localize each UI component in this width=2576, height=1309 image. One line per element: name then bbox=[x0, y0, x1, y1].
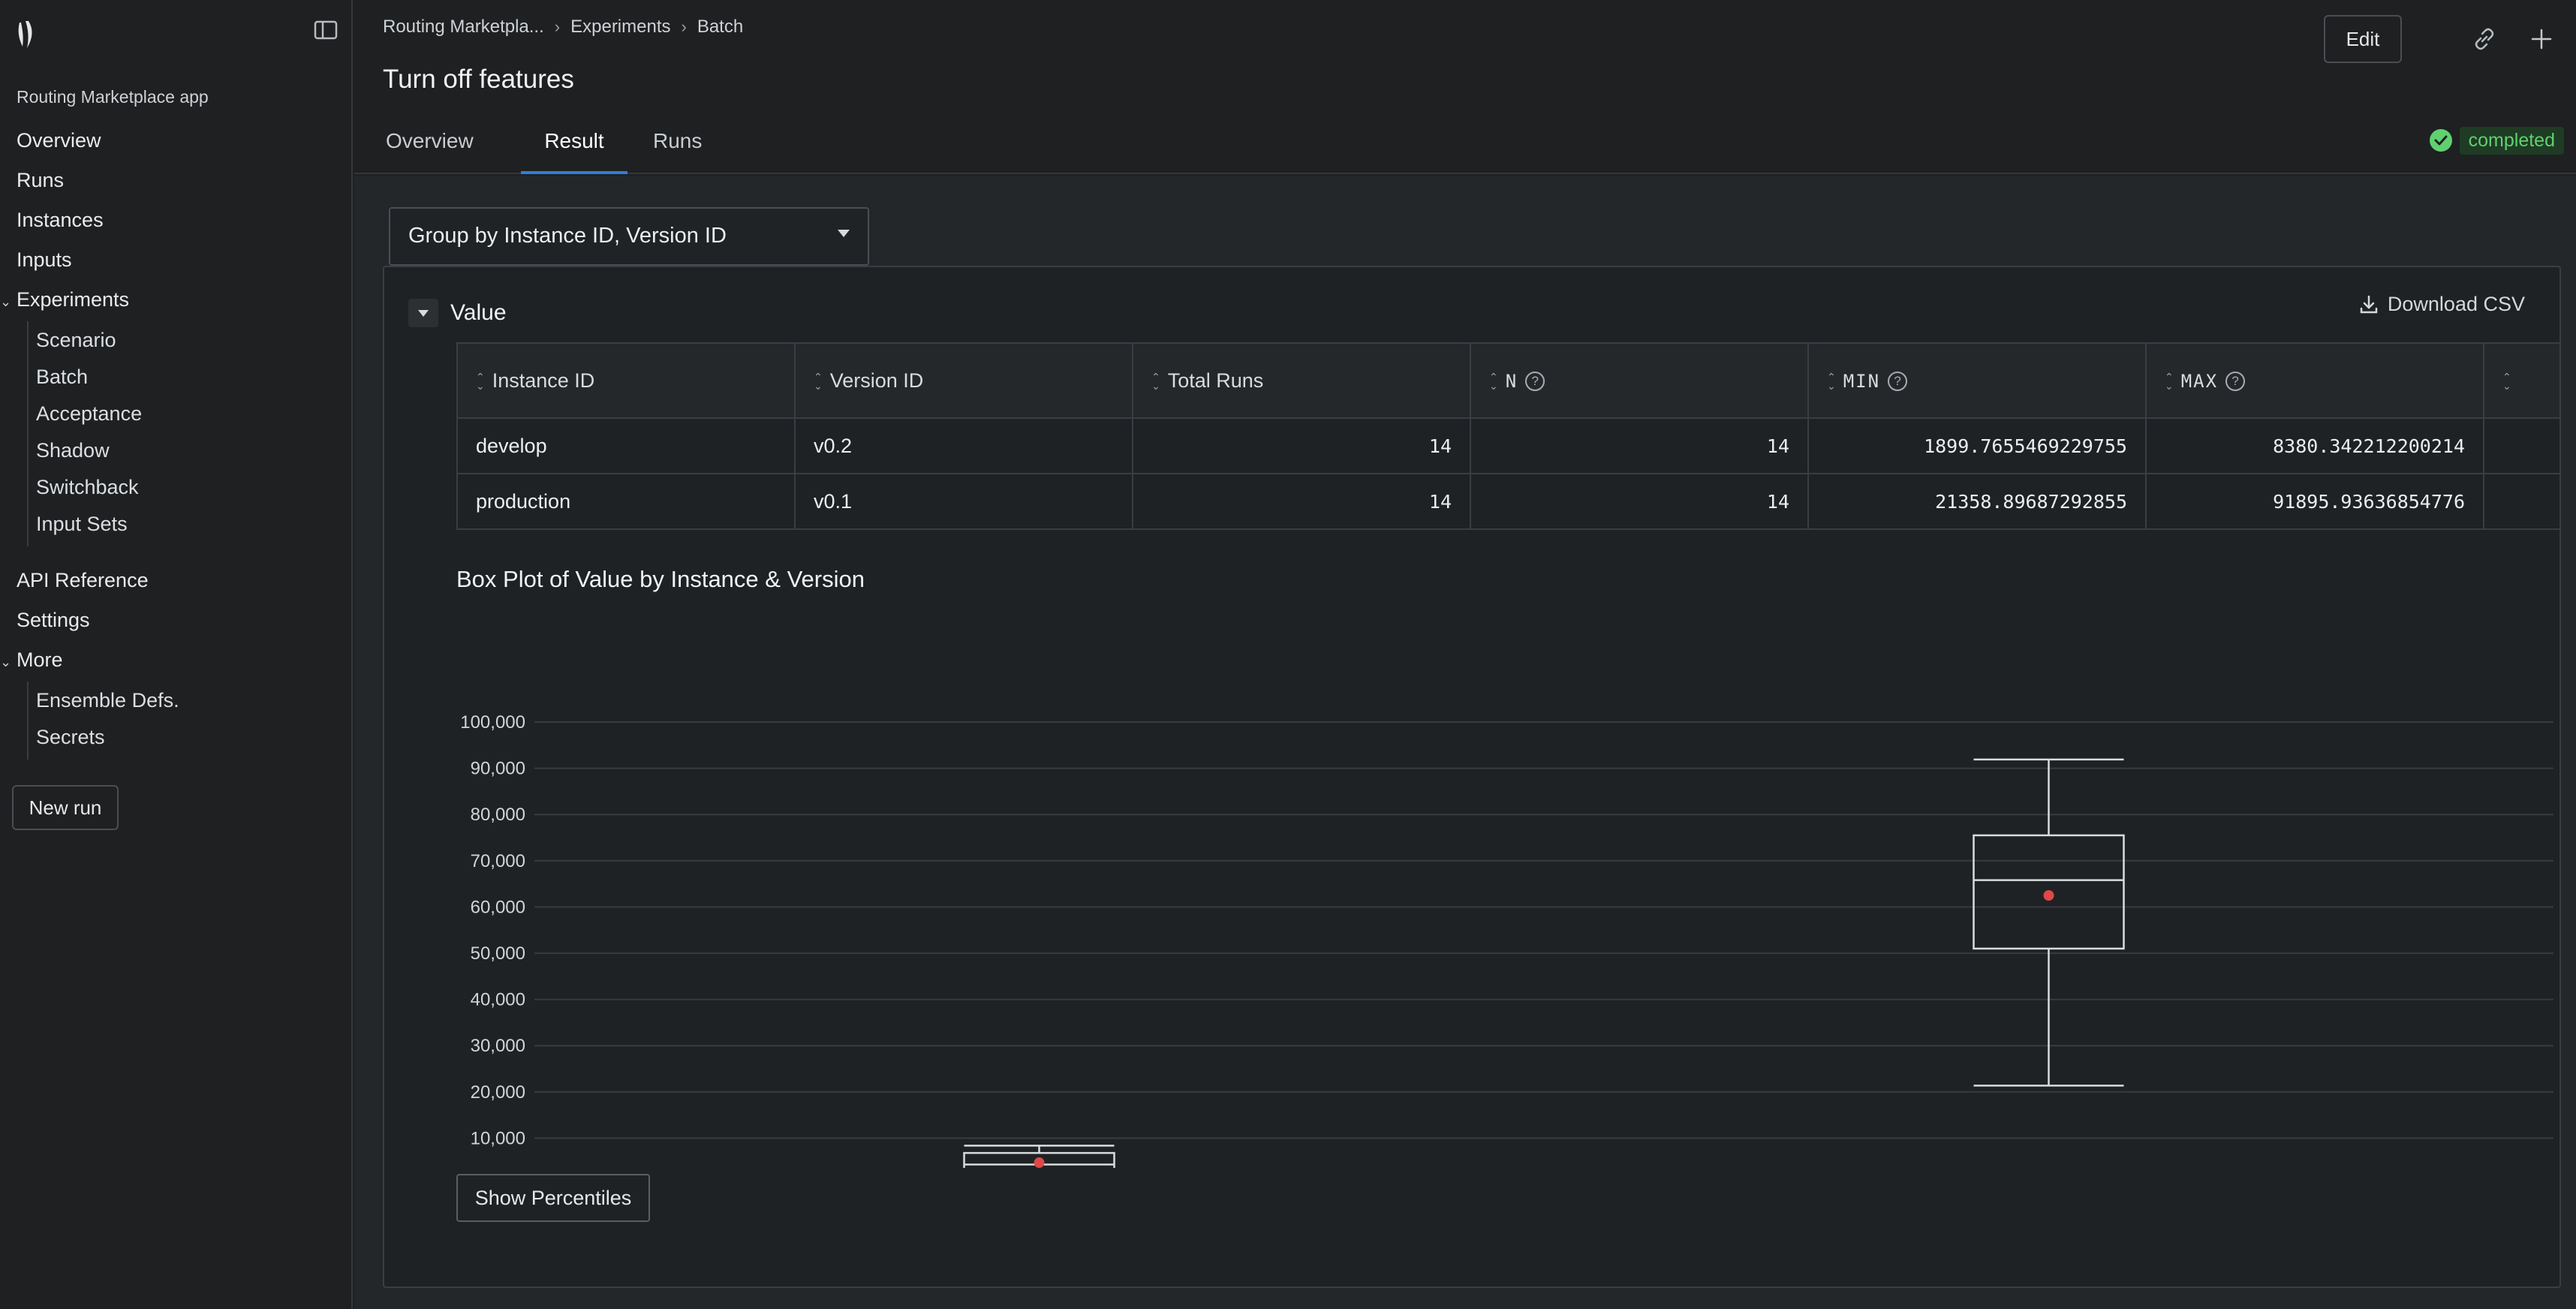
sidebar-item-instances[interactable]: Instances bbox=[17, 209, 104, 232]
y-tick-label: 50,000 bbox=[471, 943, 525, 964]
sidebar-item-ensemble-defs[interactable]: Ensemble Defs. bbox=[36, 689, 179, 712]
group-by-value: Group by Instance ID, Version ID bbox=[408, 224, 727, 248]
page-header: Routing Marketpla... › Experiments › Batch T… bbox=[354, 0, 2576, 174]
sidebar: Routing Marketplace app Overview Runs In… bbox=[0, 0, 353, 1309]
breadcrumb-chevron-icon: › bbox=[554, 17, 561, 36]
sidebar-item-experiments[interactable]: Experiments bbox=[17, 288, 129, 311]
sidebar-item-secrets[interactable]: Secrets bbox=[36, 726, 105, 749]
y-tick-label: 40,000 bbox=[471, 990, 525, 1010]
y-tick-label: 30,000 bbox=[471, 1036, 525, 1056]
check-circle-icon bbox=[2429, 129, 2452, 152]
new-run-button[interactable]: New run bbox=[12, 785, 119, 830]
y-tick-label: 60,000 bbox=[471, 897, 525, 917]
y-tick-label: 70,000 bbox=[471, 851, 525, 871]
sidebar-item-settings[interactable]: Settings bbox=[17, 609, 90, 632]
breadcrumb: Routing Marketpla... › Experiments › Batch bbox=[383, 17, 743, 38]
more-chevron-down-icon[interactable]: ⌄ bbox=[0, 654, 11, 670]
y-tick-label: 10,000 bbox=[471, 1128, 525, 1148]
breadcrumb-batch[interactable]: Batch bbox=[697, 17, 743, 37]
group-by-select[interactable]: Group by Instance ID, Version ID bbox=[389, 207, 869, 266]
y-tick-label: 90,000 bbox=[471, 759, 525, 779]
show-percentiles-button[interactable]: Show Percentiles bbox=[456, 1174, 650, 1222]
y-tick-label: 20,000 bbox=[471, 1082, 525, 1103]
mean-point bbox=[1034, 1157, 1045, 1168]
breadcrumb-app[interactable]: Routing Marketpla... bbox=[383, 17, 544, 37]
sidebar-item-shadow[interactable]: Shadow bbox=[36, 439, 110, 462]
breadcrumb-experiments[interactable]: Experiments bbox=[570, 17, 670, 37]
sidebar-collapse-icon[interactable] bbox=[314, 20, 338, 41]
sidebar-item-input-sets[interactable]: Input Sets bbox=[36, 513, 128, 536]
value-panel: Value Download CSV ⌃ ⌄ Instance ID ⌃ ⌄ Versi… bbox=[383, 266, 2561, 1288]
page-title: Turn off features bbox=[383, 65, 574, 94]
status-badge: completed bbox=[2459, 126, 2564, 155]
y-tick-label: 80,000 bbox=[471, 805, 525, 825]
sidebar-item-overview[interactable]: Overview bbox=[17, 129, 101, 152]
sidebar-item-api-reference[interactable]: API Reference bbox=[17, 569, 149, 592]
y-tick-label: 100,000 bbox=[460, 712, 525, 733]
link-icon[interactable] bbox=[2468, 23, 2501, 56]
status-indicator: completed bbox=[2428, 125, 2564, 156]
sidebar-item-more[interactable]: More bbox=[17, 648, 63, 672]
sidebar-item-batch[interactable]: Batch bbox=[36, 366, 88, 389]
tab-runs[interactable]: Runs bbox=[653, 113, 721, 174]
mean-point bbox=[2043, 890, 2054, 901]
caret-down-icon bbox=[838, 230, 850, 237]
plus-icon[interactable] bbox=[2525, 23, 2558, 56]
experiments-tree-line bbox=[27, 321, 29, 546]
box-plot-chart: 100,000 90,000 80,000 70,000 60,000 50,000 40,… bbox=[460, 712, 2553, 1168]
sidebar-item-acceptance[interactable]: Acceptance bbox=[36, 402, 142, 426]
edit-button[interactable]: Edit bbox=[2324, 15, 2402, 63]
sidebar-item-inputs[interactable]: Inputs bbox=[17, 248, 72, 272]
sidebar-item-runs[interactable]: Runs bbox=[17, 169, 64, 192]
app-name: Routing Marketplace app bbox=[17, 87, 209, 107]
sidebar-item-switchback[interactable]: Switchback bbox=[36, 476, 139, 499]
tab-result[interactable]: Result bbox=[521, 113, 627, 174]
sidebar-item-scenario[interactable]: Scenario bbox=[36, 329, 116, 352]
experiments-chevron-down-icon[interactable]: ⌄ bbox=[0, 294, 11, 310]
more-tree-line bbox=[27, 682, 29, 760]
breadcrumb-chevron-icon: › bbox=[681, 17, 687, 36]
main-content: Group by Instance ID, Version ID Value D… bbox=[354, 176, 2576, 1309]
app-logo-icon[interactable] bbox=[14, 18, 39, 51]
tab-overview[interactable]: Overview bbox=[383, 113, 480, 174]
